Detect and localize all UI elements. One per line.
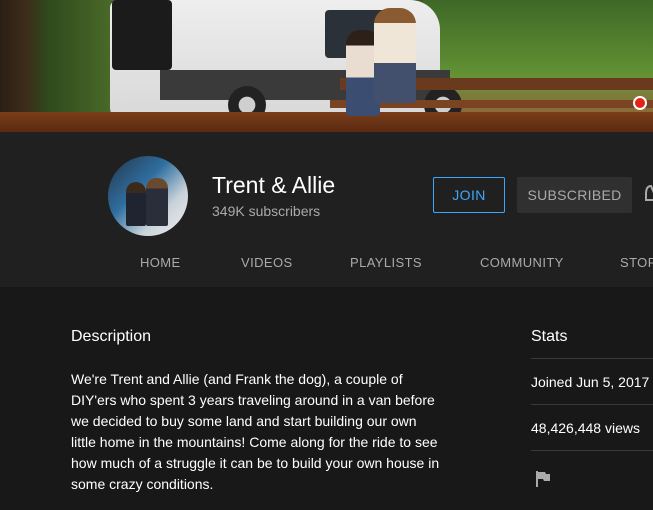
joined-date: Joined Jun 5, 2017	[531, 374, 650, 390]
banner-van-rear	[112, 0, 172, 70]
subscriber-count: 349K subscribers	[212, 203, 321, 219]
stats-divider	[531, 404, 653, 405]
stats-panel: Stats Joined Jun 5, 2017 48,426,448 view…	[531, 287, 653, 510]
banner-person	[374, 8, 416, 103]
description-heading: Description	[71, 328, 152, 345]
channel-avatar[interactable]	[108, 156, 188, 236]
description-text: We're Trent and Allie (and Frank the dog…	[71, 371, 440, 492]
stats-divider	[531, 358, 653, 359]
channel-tabs: HOME VIDEOS PLAYLISTS COMMUNITY STOR	[0, 245, 653, 279]
channel-name: Trent & Allie	[212, 172, 336, 198]
about-section: Description We're Trent and Allie (and F…	[0, 287, 653, 510]
join-button[interactable]: JOIN	[433, 177, 505, 213]
flag-icon[interactable]	[535, 470, 551, 488]
stats-divider	[531, 450, 653, 451]
tab-playlists[interactable]: PLAYLISTS	[350, 255, 422, 270]
banner-ground	[0, 112, 653, 132]
stats-heading: Stats	[531, 328, 568, 345]
tab-videos[interactable]: VIDEOS	[241, 255, 293, 270]
tab-community[interactable]: COMMUNITY	[480, 255, 564, 270]
view-count: 48,426,448 views	[531, 420, 640, 436]
subscribed-button[interactable]: SUBSCRIBED	[517, 177, 632, 213]
tab-store[interactable]: STOR	[620, 255, 653, 270]
avatar-person	[126, 182, 146, 226]
tab-home[interactable]: HOME	[140, 255, 181, 270]
bell-icon[interactable]	[645, 184, 653, 204]
channel-header: Trent & Allie 349K subscribers JOIN SUBS…	[0, 132, 653, 287]
channel-banner	[0, 0, 653, 132]
banner-foliage	[423, 0, 653, 90]
banner-link-marker[interactable]	[633, 96, 647, 110]
avatar-person	[146, 178, 168, 226]
